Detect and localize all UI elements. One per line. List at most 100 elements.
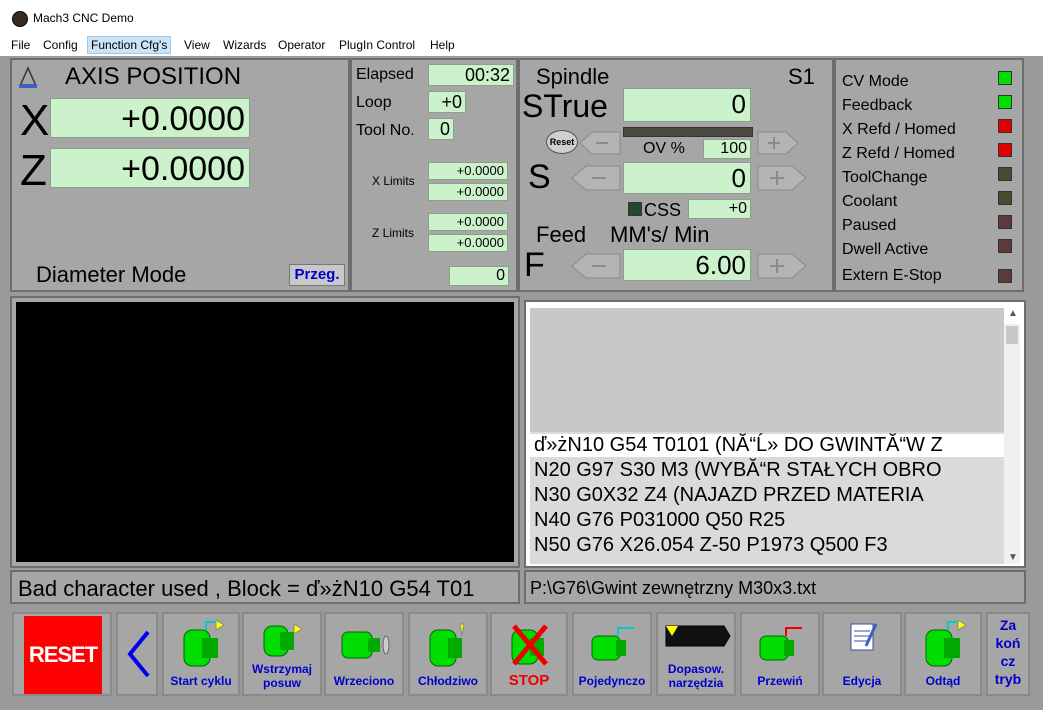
extern-estop-led	[998, 269, 1012, 283]
ov-percent-dro[interactable]: 100	[703, 139, 751, 159]
exit-mode-label: Za koń cz tryb	[994, 617, 1022, 687]
x-refd-led	[998, 119, 1012, 133]
z-limits-label: Z Limits	[372, 226, 414, 240]
gcode-line[interactable]: N30 G0X32 Z4 (NAJAZD PRZED MATERIA	[534, 484, 924, 507]
feed-plus-button[interactable]	[756, 252, 808, 280]
tool-number-label: Tool No.	[356, 122, 415, 139]
z-axis-dro[interactable]: +0.0000	[50, 148, 250, 188]
menu-file[interactable]: File	[8, 38, 33, 52]
coolant-icon	[429, 623, 465, 667]
css-label: CSS	[644, 200, 682, 220]
axis-position-heading: AXIS POSITION	[65, 63, 242, 90]
spindle-ov-minus-button[interactable]	[578, 130, 622, 156]
gcode-frame: ď»żN10 G54 T0101 (NĂ“Ĺ» DO GWINTĂ“W Z N2…	[524, 300, 1026, 568]
spindle-speed-minus-button[interactable]	[570, 164, 622, 192]
gcode-line[interactable]: N50 G76 X26.054 Z-50 P1973 Q500 F3	[534, 534, 888, 557]
z-refd-led	[998, 143, 1012, 157]
diameter-mode-label: Diameter Mode	[36, 262, 187, 287]
gcode-scrollbar-thumb[interactable]	[1006, 326, 1018, 344]
spindle-reset-button[interactable]: Reset	[546, 130, 578, 154]
exit-mode-button[interactable]: Za koń cz tryb	[986, 612, 1030, 696]
feed-minus-button[interactable]	[570, 252, 622, 280]
menu-operator[interactable]: Operator	[275, 38, 328, 52]
reset-button[interactable]: RESET	[12, 612, 112, 696]
menu-view[interactable]: View	[181, 38, 213, 52]
tool-number-dro[interactable]: 0	[428, 118, 454, 140]
toolpath-frame	[10, 296, 520, 568]
status-label-dwell-active: Dwell Active	[842, 241, 929, 258]
menu-plugin-control[interactable]: PlugIn Control	[336, 38, 418, 52]
edit-label: Edycja	[842, 674, 882, 688]
counter-dro: 0	[449, 266, 509, 286]
css-dro[interactable]: +0	[688, 199, 751, 219]
status-label-toolchange: ToolChange	[842, 169, 928, 186]
css-led	[628, 202, 642, 216]
feed-hold-button[interactable]: Wstrzymaj posuw	[242, 612, 322, 696]
spindle-icon	[341, 631, 390, 659]
cycle-start-button[interactable]: Start cyklu	[162, 612, 240, 696]
single-block-label: Pojedynczo	[578, 674, 646, 688]
back-button[interactable]	[116, 612, 158, 696]
run-from-here-button[interactable]: Odtąd	[904, 612, 982, 696]
gcode-line-current[interactable]: ď»żN10 G54 T0101 (NĂ“Ĺ» DO GWINTĂ“W Z	[530, 434, 1004, 457]
timer-limits-panel: Elapsed 00:32 Loop +0 Tool No. 0 X Limit…	[350, 58, 518, 292]
tool-offset-icon	[665, 625, 731, 647]
z-limit-max-dro[interactable]: +0.0000	[428, 234, 508, 252]
menu-help[interactable]: Help	[427, 38, 458, 52]
stop-button[interactable]: STOP	[490, 612, 568, 696]
rewind-button[interactable]: Przewiń	[740, 612, 820, 696]
tool-offset-label: Dopasow. narzędzia	[667, 662, 725, 690]
tool-offset-button[interactable]: Dopasow. narzędzia	[656, 612, 736, 696]
status-label-z-refd: Z Refd / Homed	[842, 145, 955, 162]
menu-wizards[interactable]: Wizards	[220, 38, 269, 52]
status-label-feedback: Feedback	[842, 97, 913, 114]
menu-function-cfgs[interactable]: Function Cfg's	[87, 36, 172, 54]
toolchange-led	[998, 167, 1012, 181]
rewind-icon	[759, 627, 802, 661]
menu-config[interactable]: Config	[40, 38, 81, 52]
coolant-button[interactable]: Chłodziwo	[408, 612, 488, 696]
scroll-up-icon[interactable]: ▲	[1008, 308, 1018, 320]
scroll-down-icon[interactable]: ▼	[1008, 552, 1018, 564]
machine-icon[interactable]	[16, 64, 40, 90]
x-axis-dro[interactable]: +0.0000	[50, 98, 250, 138]
f-label: F	[524, 246, 545, 284]
spindle-ov-bar	[623, 127, 753, 137]
spindle-speed-plus-button[interactable]	[756, 164, 808, 192]
cv-mode-led	[998, 71, 1012, 85]
paused-led	[998, 215, 1012, 229]
stop-label: STOP	[508, 672, 550, 689]
gcode-line[interactable]: N40 G76 P031000 Q50 R25	[534, 509, 785, 532]
z-axis-label: Z	[20, 146, 47, 195]
notepad-icon	[850, 623, 878, 651]
feed-label: Feed	[536, 222, 587, 247]
cycle-start-icon	[183, 620, 225, 667]
x-limit-min-dro[interactable]: +0.0000	[428, 162, 508, 180]
gcode-listing[interactable]: ď»żN10 G54 T0101 (NĂ“Ĺ» DO GWINTĂ“W Z N2…	[530, 432, 1004, 564]
spindle-speed-dro[interactable]: 0	[623, 162, 751, 194]
loop-dro[interactable]: +0	[428, 91, 466, 113]
toolpath-display[interactable]	[16, 302, 514, 562]
x-limit-max-dro[interactable]: +0.0000	[428, 183, 508, 201]
coolant-label: Chłodziwo	[418, 674, 478, 688]
feed-rate-dro[interactable]: 6.00	[623, 249, 751, 281]
file-path-bar: P:\G76\Gwint zewnętrzny M30x3.txt	[524, 570, 1026, 604]
run-from-here-label: Odtąd	[925, 674, 961, 688]
spindle-ov-plus-button[interactable]	[756, 130, 800, 156]
gcode-preview-area	[530, 308, 1004, 432]
przeg-button[interactable]: Przeg.	[289, 264, 345, 286]
run-from-here-icon	[925, 620, 967, 667]
stop-icon	[511, 624, 548, 666]
gcode-line[interactable]: N20 G97 S30 M3 (WYBĂ“R STAŁYCH OBRO	[534, 459, 942, 482]
error-bar: Bad character used , Block = ď»żN10 G54 …	[10, 570, 520, 604]
strue-label: STrue	[522, 88, 608, 124]
spindle-button[interactable]: Wrzeciono	[324, 612, 404, 696]
s-label: S	[528, 158, 551, 196]
s1-label: S1	[788, 64, 815, 89]
error-message: Bad character used , Block = ď»żN10 G54 …	[18, 576, 475, 601]
edit-button[interactable]: Edycja	[822, 612, 902, 696]
window-title: Mach3 CNC Demo	[33, 11, 134, 25]
gcode-scrollbar[interactable]	[1004, 324, 1020, 564]
z-limit-min-dro[interactable]: +0.0000	[428, 213, 508, 231]
single-block-button[interactable]: Pojedynczo	[572, 612, 652, 696]
